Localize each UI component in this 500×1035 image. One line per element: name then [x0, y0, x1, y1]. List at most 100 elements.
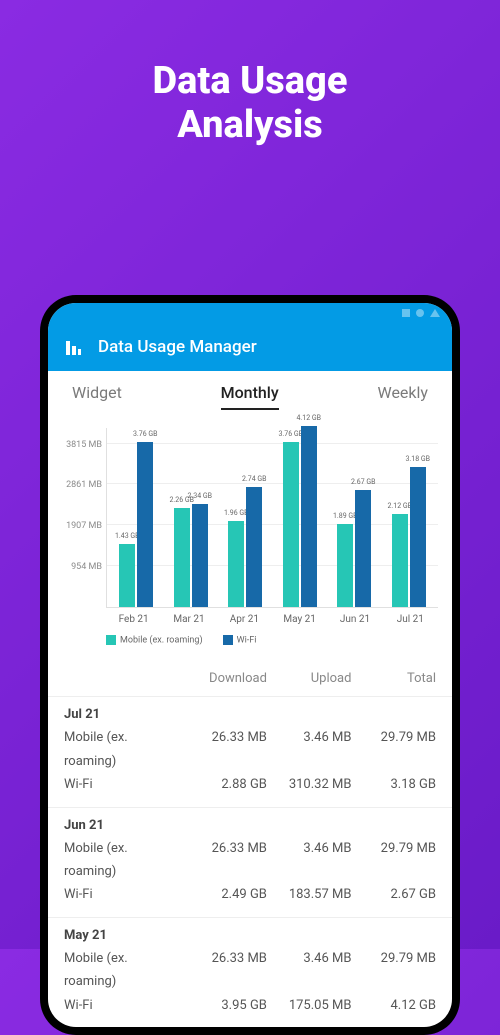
- status-indicator-circle: [416, 309, 424, 317]
- chart-y-axis: 954 MB 1907 MB 2861 MB 3815 MB: [62, 428, 106, 608]
- swatch-wifi-icon: [223, 635, 233, 645]
- bar-mobile: 1.89 GB: [337, 524, 353, 607]
- bar-group: 2.12 GB3.18 GB: [389, 467, 429, 607]
- chart-area: 954 MB1907 MB2861 MB3815 MB 1.43 GB3.76 …: [48, 410, 452, 653]
- tabs: Widget Monthly Weekly: [48, 371, 452, 410]
- bar-value-label: 3.18 GB: [405, 455, 430, 463]
- y-tick-label: 2861 MB: [66, 480, 102, 490]
- x-tick-label: Jun 21: [335, 614, 375, 625]
- y-tick-label: 3815 MB: [66, 440, 102, 450]
- month-title: Jul 21: [64, 707, 436, 722]
- bar-value-label: 3.76 GB: [133, 430, 158, 438]
- row-label: Wi-Fi: [64, 883, 182, 906]
- bar-mobile: 2.26 GB: [174, 508, 190, 607]
- bar-value-label: 2.74 GB: [242, 475, 267, 483]
- bar-value-label: 2.12 GB: [387, 502, 412, 510]
- row-total: 2.67 GB: [351, 883, 436, 906]
- bar-group: 1.89 GB2.67 GB: [334, 490, 374, 607]
- bar-value-label: 3.76 GB: [278, 430, 303, 438]
- x-tick-label: Apr 21: [224, 614, 264, 625]
- table-row: Wi-Fi2.49 GB183.57 MB2.67 GB: [64, 883, 436, 906]
- table-header-spacer: [64, 671, 182, 686]
- row-download: 2.88 GB: [182, 773, 267, 796]
- app-bar: Data Usage Manager: [48, 323, 452, 371]
- legend-wifi: Wi-Fi: [223, 635, 257, 645]
- row-total: 3.18 GB: [351, 773, 436, 796]
- month-block: Jul 21 Mobile (ex. roaming)26.33 MB3.46 M…: [48, 696, 452, 806]
- legend-wifi-label: Wi-Fi: [237, 635, 257, 645]
- bar-wifi: 2.74 GB: [246, 487, 262, 607]
- table-header-download: Download: [182, 671, 267, 686]
- bar-group: 1.43 GB3.76 GB: [116, 442, 156, 607]
- promo-title: Data Usage Analysis: [0, 60, 500, 147]
- bar-value-label: 2.34 GB: [187, 492, 212, 500]
- row-download: 2.49 GB: [182, 883, 267, 906]
- month-block: May 21 Mobile (ex. roaming)26.33 MB3.46 M…: [48, 917, 452, 1027]
- legend-mobile: Mobile (ex. roaming): [106, 635, 203, 645]
- row-total: 29.79 MB: [351, 837, 436, 884]
- row-label: Wi-Fi: [64, 994, 182, 1017]
- app-title: Data Usage Manager: [98, 337, 257, 357]
- bar-chart-icon: [64, 337, 84, 357]
- row-download: 26.33 MB: [182, 726, 267, 773]
- row-upload: 3.46 MB: [267, 947, 352, 994]
- y-tick-label: 954 MB: [71, 562, 102, 572]
- row-upload: 175.05 MB: [267, 994, 352, 1017]
- row-total: 29.79 MB: [351, 947, 436, 994]
- tab-weekly[interactable]: Weekly: [377, 383, 428, 410]
- x-tick-label: Feb 21: [114, 614, 154, 625]
- x-tick-label: Mar 21: [169, 614, 209, 625]
- promo-title-line1: Data Usage: [0, 60, 500, 104]
- row-upload: 183.57 MB: [267, 883, 352, 906]
- row-download: 26.33 MB: [182, 947, 267, 994]
- row-upload: 3.46 MB: [267, 726, 352, 773]
- bar-wifi: 2.34 GB: [192, 504, 208, 607]
- table-row: Wi-Fi2.88 GB310.32 MB3.18 GB: [64, 773, 436, 796]
- bar-value-label: 2.67 GB: [351, 478, 376, 486]
- month-title: May 21: [64, 928, 436, 943]
- bar-value-label: 1.96 GB: [224, 509, 249, 517]
- row-label: Mobile (ex. roaming): [64, 726, 182, 773]
- legend-mobile-label: Mobile (ex. roaming): [120, 635, 203, 645]
- status-bar: [48, 303, 452, 323]
- table-header: Download Upload Total: [48, 653, 452, 696]
- table-row: Mobile (ex. roaming)26.33 MB3.46 MB29.79…: [64, 726, 436, 773]
- bar-wifi: 3.76 GB: [137, 442, 153, 607]
- phone-frame: Data Usage Manager Widget Monthly Weekly…: [40, 295, 460, 1035]
- bar-group: 2.26 GB2.34 GB: [171, 504, 211, 607]
- table-row: Mobile (ex. roaming)26.33 MB3.46 MB29.79…: [64, 947, 436, 994]
- chart-x-axis: Feb 21 Mar 21 Apr 21 May 21 Jun 21 Jul 21: [106, 614, 438, 625]
- row-total: 4.12 GB: [351, 994, 436, 1017]
- bar-value-label: 4.12 GB: [296, 414, 321, 422]
- row-upload: 310.32 MB: [267, 773, 352, 796]
- chart: 954 MB1907 MB2861 MB3815 MB 1.43 GB3.76 …: [62, 428, 438, 608]
- month-title: Jun 21: [64, 818, 436, 833]
- row-download: 26.33 MB: [182, 837, 267, 884]
- table-header-total: Total: [351, 671, 436, 686]
- row-upload: 3.46 MB: [267, 837, 352, 884]
- chart-legend: Mobile (ex. roaming) Wi-Fi: [106, 635, 438, 645]
- bar-group: 3.76 GB4.12 GB: [280, 426, 320, 607]
- x-tick-label: Jul 21: [390, 614, 430, 625]
- promo-title-line2: Analysis: [0, 104, 500, 148]
- table-row: Mobile (ex. roaming)26.33 MB3.46 MB29.79…: [64, 837, 436, 884]
- row-label: Mobile (ex. roaming): [64, 947, 182, 994]
- y-tick-label: 1907 MB: [66, 521, 102, 531]
- row-download: 3.95 GB: [182, 994, 267, 1017]
- bar-mobile: 3.76 GB: [283, 442, 299, 607]
- row-total: 29.79 MB: [351, 726, 436, 773]
- bar-value-label: 1.89 GB: [333, 512, 358, 520]
- table-header-upload: Upload: [267, 671, 352, 686]
- bar-wifi: 2.67 GB: [355, 490, 371, 607]
- bar-value-label: 1.43 GB: [115, 532, 140, 540]
- bar-mobile: 1.96 GB: [228, 521, 244, 607]
- phone-screen: Data Usage Manager Widget Monthly Weekly…: [48, 303, 452, 1027]
- table-body: Jul 21Mobile (ex. roaming)26.33 MB3.46 M…: [48, 696, 452, 1027]
- bar-wifi: 4.12 GB: [301, 426, 317, 607]
- tab-monthly[interactable]: Monthly: [221, 383, 279, 410]
- tab-widget[interactable]: Widget: [72, 383, 122, 410]
- bar-group: 1.96 GB2.74 GB: [225, 487, 265, 607]
- status-indicator-triangle: [430, 309, 440, 317]
- x-tick-label: May 21: [280, 614, 320, 625]
- table-row: Wi-Fi3.95 GB175.05 MB4.12 GB: [64, 994, 436, 1017]
